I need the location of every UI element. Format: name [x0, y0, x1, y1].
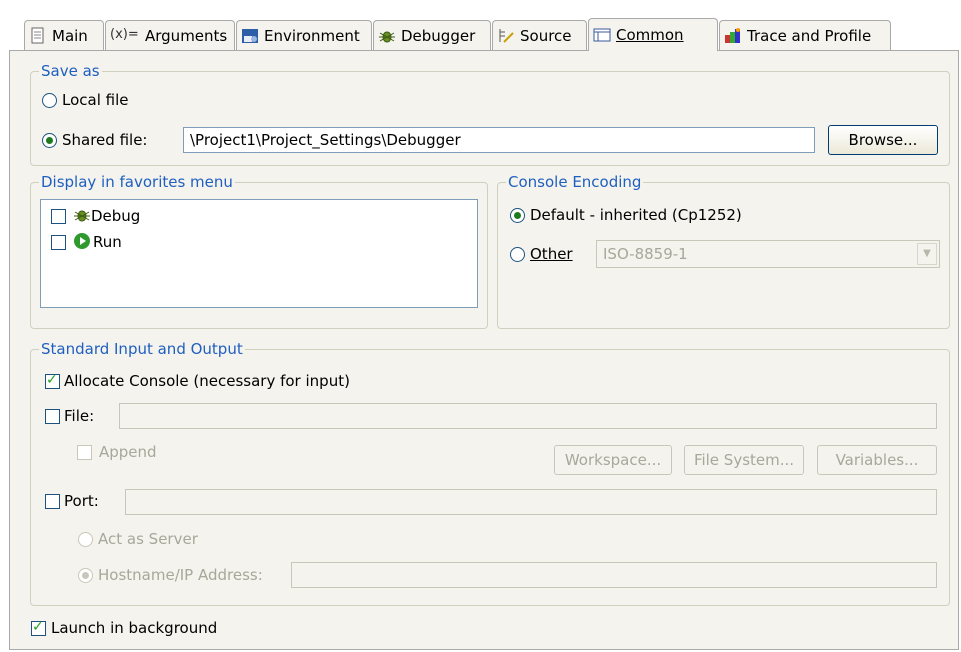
- shared-file-path-input[interactable]: \Project1\Project_Settings\Debugger: [183, 127, 815, 153]
- tab-common[interactable]: Common: [588, 18, 718, 51]
- encoding-other-value: ISO-8859-1: [603, 245, 688, 263]
- bug-icon: [73, 206, 91, 224]
- chevron-down-icon[interactable]: ▼: [917, 243, 937, 265]
- favorites-run-label: Run: [93, 233, 122, 251]
- tab-label: Common: [616, 26, 684, 44]
- console-encoding-group: Console Encoding Default - inherited (Cp…: [497, 173, 950, 329]
- common-icon: [593, 26, 611, 44]
- append-checkbox[interactable]: [77, 445, 92, 460]
- launch-background-checkbox[interactable]: [31, 619, 46, 636]
- encoding-other-label: Other: [530, 245, 573, 263]
- file-path-input[interactable]: [119, 403, 937, 429]
- allocate-console-checkbox[interactable]: [45, 372, 60, 389]
- port-label: Port:: [64, 492, 99, 510]
- run-icon: [73, 232, 91, 250]
- favorites-debug-checkbox[interactable]: [51, 209, 66, 224]
- browse-button[interactable]: Browse...: [828, 125, 938, 155]
- shared-file-radio[interactable]: [42, 133, 57, 148]
- tab-label: Environment: [264, 26, 360, 45]
- encoding-default-label: Default - inherited (Cp1252): [530, 206, 742, 224]
- tab-label: Main: [52, 26, 88, 45]
- act-as-server-radio[interactable]: [78, 532, 93, 547]
- document-icon: [29, 27, 47, 45]
- port-input[interactable]: [125, 489, 937, 515]
- save-as-group: Save as Local file Shared file: \Project…: [30, 62, 950, 166]
- trace-profile-icon: [724, 27, 742, 45]
- environment-icon: [241, 27, 259, 45]
- file-label: File:: [64, 407, 95, 425]
- launch-background-label: Launch in background: [51, 619, 218, 637]
- tab-label: Source: [520, 26, 572, 45]
- console-encoding-legend: Console Encoding: [506, 173, 644, 191]
- tab-bar: Main (x)= Arguments Environment Debugger…: [8, 8, 958, 51]
- favorites-legend: Display in favorites menu: [39, 173, 235, 191]
- local-file-label: Local file: [62, 91, 129, 109]
- file-system-button[interactable]: File System...: [684, 445, 804, 475]
- tab-label: Trace and Profile: [747, 26, 872, 45]
- tab-debugger[interactable]: Debugger: [373, 20, 491, 50]
- encoding-other-radio[interactable]: [510, 247, 525, 262]
- tab-arguments[interactable]: (x)= Arguments: [105, 20, 235, 50]
- port-checkbox[interactable]: [45, 494, 60, 509]
- file-checkbox[interactable]: [45, 409, 60, 424]
- tab-source[interactable]: Source: [492, 20, 587, 50]
- hostname-input[interactable]: [291, 562, 937, 588]
- workspace-button[interactable]: Workspace...: [554, 445, 672, 475]
- append-label: Append: [99, 443, 157, 461]
- tab-environment[interactable]: Environment: [236, 20, 372, 50]
- encoding-default-radio[interactable]: [510, 208, 525, 223]
- bug-icon: [378, 27, 396, 45]
- source-icon: [497, 27, 515, 45]
- tab-label: Arguments: [145, 26, 228, 45]
- act-as-server-label: Act as Server: [98, 530, 198, 548]
- favorites-group: Display in favorites menu Debug Run: [30, 173, 488, 329]
- local-file-radio[interactable]: [42, 93, 57, 108]
- save-as-legend: Save as: [39, 62, 102, 80]
- allocate-console-label: Allocate Console (necessary for input): [64, 372, 350, 390]
- variables-button[interactable]: Variables...: [817, 445, 937, 475]
- favorites-list: Debug Run: [40, 199, 478, 308]
- common-tab-panel: Save as Local file Shared file: \Project…: [9, 50, 959, 650]
- standard-io-legend: Standard Input and Output: [39, 340, 245, 358]
- shared-file-label: Shared file:: [62, 131, 148, 149]
- tab-label: Debugger: [401, 26, 476, 45]
- tab-trace-and-profile[interactable]: Trace and Profile: [719, 20, 891, 50]
- favorites-run-checkbox[interactable]: [51, 235, 66, 250]
- encoding-other-select[interactable]: ISO-8859-1 ▼: [596, 240, 940, 268]
- standard-io-group: Standard Input and Output Allocate Conso…: [30, 340, 950, 606]
- favorites-debug-label: Debug: [91, 207, 141, 225]
- hostname-radio[interactable]: [78, 568, 93, 583]
- arguments-icon: (x)=: [110, 26, 139, 42]
- tab-main[interactable]: Main: [24, 20, 104, 50]
- hostname-label: Hostname/IP Address:: [98, 566, 263, 584]
